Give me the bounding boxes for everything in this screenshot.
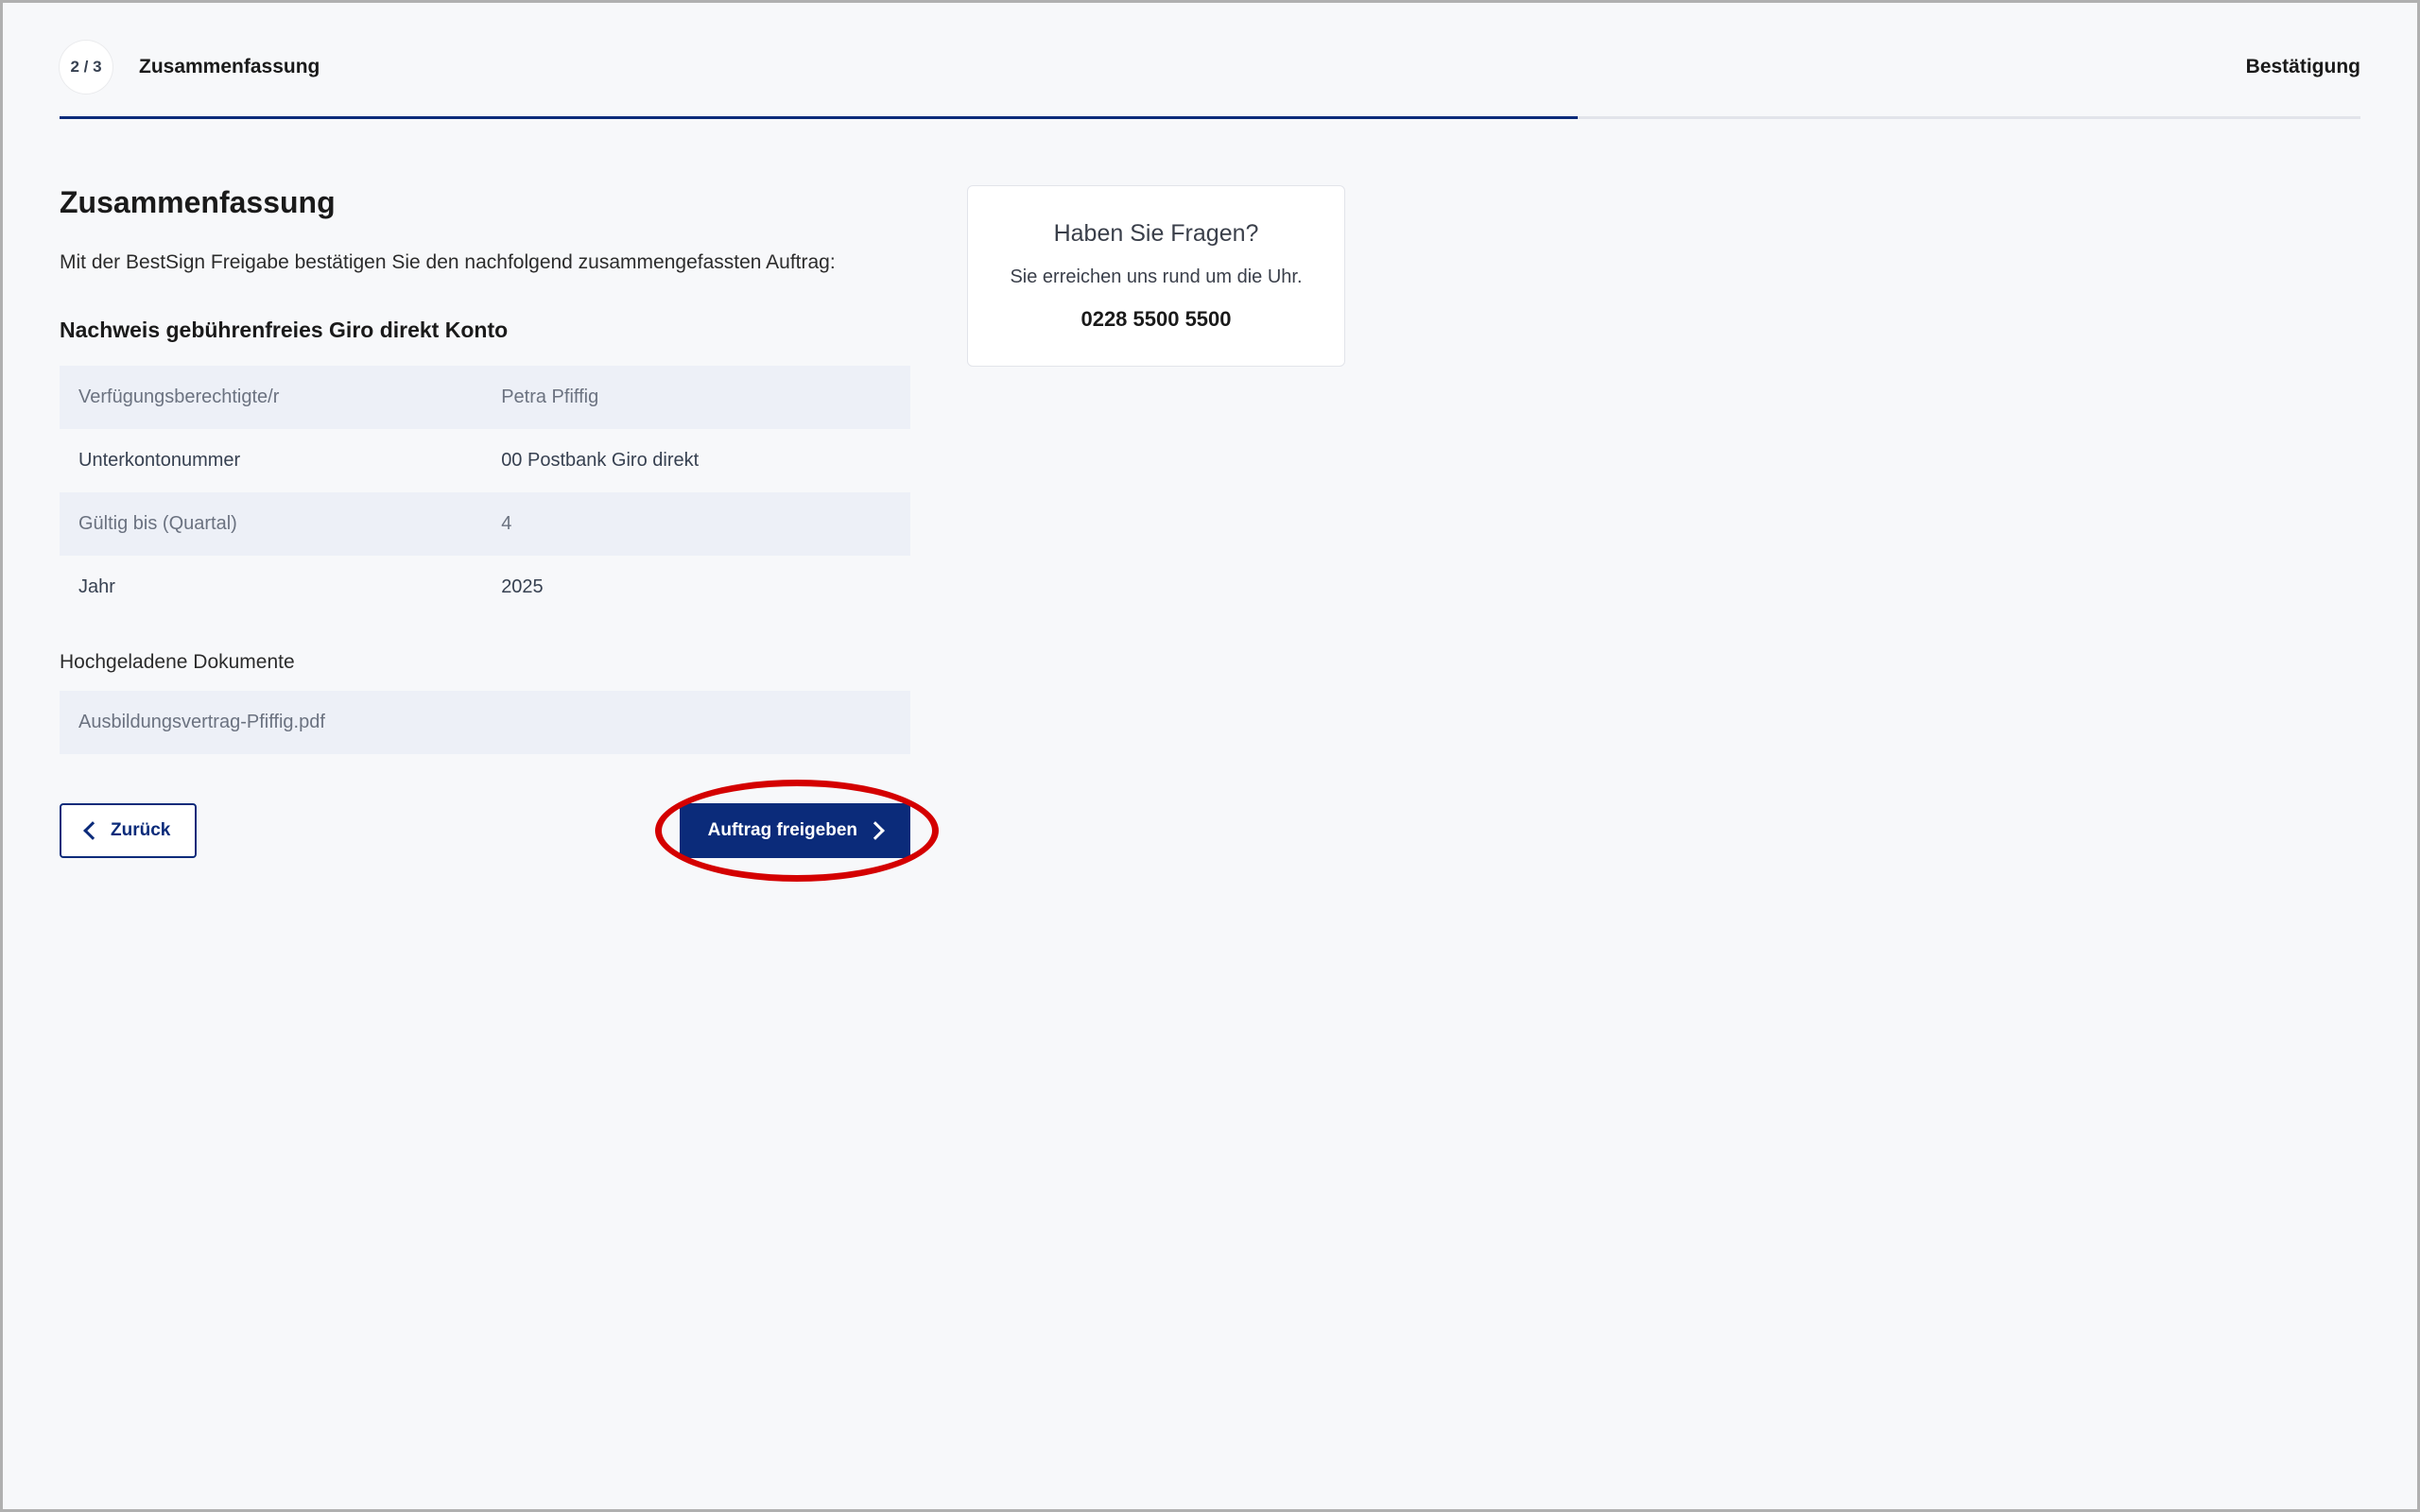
submit-button[interactable]: Auftrag freigeben	[680, 803, 910, 858]
back-button[interactable]: Zurück	[60, 803, 197, 858]
actions-row: Zurück Auftrag freigeben	[60, 803, 910, 858]
row-key: Unterkontonummer	[78, 450, 501, 472]
wizard-header-left: 2 / 3 Zusammenfassung	[60, 41, 320, 94]
help-card-title: Haben Sie Fragen?	[994, 220, 1318, 248]
uploaded-docs-heading: Hochgeladene Dokumente	[60, 651, 910, 674]
row-key: Jahr	[78, 576, 501, 598]
table-row: Gültig bis (Quartal) 4	[60, 492, 910, 556]
row-value: 4	[501, 513, 891, 535]
wizard-progress-fill	[60, 116, 1578, 119]
row-key: Gültig bis (Quartal)	[78, 513, 501, 535]
uploaded-file-name: Ausbildungsvertrag-Pfiffig.pdf	[60, 691, 910, 754]
chevron-right-icon	[866, 821, 885, 840]
table-row: Unterkontonummer 00 Postbank Giro direkt	[60, 429, 910, 492]
row-value: 00 Postbank Giro direkt	[501, 450, 891, 472]
content-row: Zusammenfassung Mit der BestSign Freigab…	[60, 185, 2360, 858]
wizard-header: 2 / 3 Zusammenfassung Bestätigung	[60, 41, 2360, 94]
step-label-current: Zusammenfassung	[139, 56, 320, 78]
table-row: Jahr 2025	[60, 556, 910, 619]
step-label-next: Bestätigung	[2246, 56, 2360, 78]
help-card-phone: 0228 5500 5500	[994, 307, 1318, 332]
row-value: Petra Pfiffig	[501, 387, 891, 408]
help-card: Haben Sie Fragen? Sie erreichen uns rund…	[967, 185, 1345, 367]
submit-button-label: Auftrag freigeben	[708, 820, 857, 841]
step-counter-badge: 2 / 3	[60, 41, 112, 94]
wizard-progress-track	[60, 116, 2360, 119]
help-card-text: Sie erreichen uns rund um die Uhr.	[994, 266, 1318, 288]
main-column: Zusammenfassung Mit der BestSign Freigab…	[60, 185, 910, 858]
chevron-left-icon	[83, 821, 102, 840]
back-button-label: Zurück	[111, 820, 170, 841]
sidebar-column: Haben Sie Fragen? Sie erreichen uns rund…	[967, 185, 1345, 858]
row-key: Verfügungsberechtigte/r	[78, 387, 501, 408]
intro-text: Mit der BestSign Freigabe bestätigen Sie…	[60, 249, 910, 276]
page-title: Zusammenfassung	[60, 185, 910, 220]
page-root: 2 / 3 Zusammenfassung Bestätigung Zusamm…	[3, 3, 2417, 1509]
table-row: Verfügungsberechtigte/r Petra Pfiffig	[60, 366, 910, 429]
summary-table: Verfügungsberechtigte/r Petra Pfiffig Un…	[60, 366, 910, 619]
row-value: 2025	[501, 576, 891, 598]
section-heading: Nachweis gebührenfreies Giro direkt Kont…	[60, 318, 910, 343]
